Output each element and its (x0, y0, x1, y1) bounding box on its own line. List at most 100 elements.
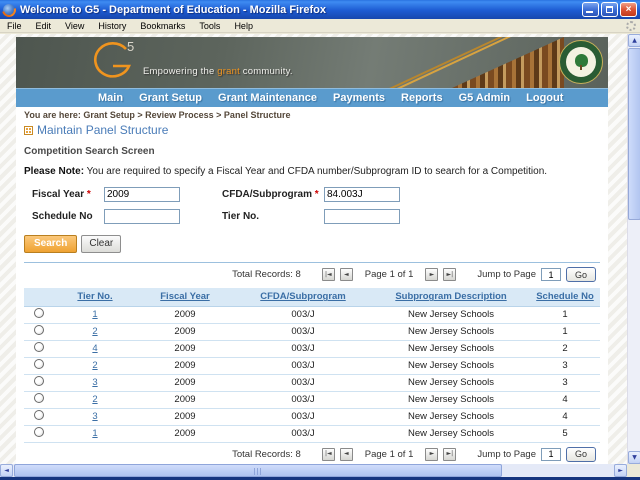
row-select-radio[interactable] (34, 410, 44, 420)
scroll-right-button[interactable]: ► (614, 464, 627, 477)
breadcrumb-path[interactable]: Grant Setup > Review Process > Panel Str… (83, 110, 290, 120)
restore-button[interactable] (601, 2, 618, 17)
pagination-top: Total Records: 8 |◄ ◄ Page 1 of 1 ► ►| J… (24, 263, 600, 286)
horizontal-scrollbar[interactable]: ◄ ► (0, 464, 627, 477)
fiscal-year-cell: 2009 (136, 323, 234, 341)
total-records: Total Records: 8 (232, 269, 301, 280)
pagination-bottom: Total Records: 8 |◄ ◄ Page 1 of 1 ► ►| J… (24, 443, 600, 465)
cfda-cell: 003/J (234, 391, 372, 409)
tier-link[interactable]: 3 (92, 411, 97, 422)
first-page-button[interactable]: |◄ (321, 268, 335, 281)
schedule-no-cell: 5 (530, 425, 600, 443)
tier-link[interactable]: 2 (92, 360, 97, 371)
menu-edit[interactable]: Edit (29, 19, 59, 32)
table-row: 2 2009 003/J New Jersey Schools 4 (24, 391, 600, 409)
schedule-no-cell: 3 (530, 357, 600, 375)
fiscal-year-cell: 2009 (136, 357, 234, 375)
menu-bar: File Edit View History Bookmarks Tools H… (0, 19, 640, 33)
horizontal-scroll-thumb[interactable] (14, 464, 502, 477)
minimize-button[interactable] (582, 2, 599, 17)
tier-link[interactable]: 1 (92, 428, 97, 439)
scroll-up-button[interactable]: ▲ (628, 34, 640, 47)
nav-reports[interactable]: Reports (401, 92, 443, 104)
sort-schedule-no[interactable]: Schedule No (536, 291, 594, 302)
cfda-field[interactable] (324, 187, 400, 202)
row-select-radio[interactable] (34, 359, 44, 369)
fiscal-year-cell: 2009 (136, 374, 234, 392)
total-records: Total Records: 8 (232, 448, 301, 460)
vertical-scrollbar[interactable]: ▲ ▼ (627, 34, 640, 464)
menu-file[interactable]: File (0, 19, 29, 32)
menu-history[interactable]: History (91, 19, 133, 32)
row-select-radio[interactable] (34, 376, 44, 386)
sort-fiscal-year[interactable]: Fiscal Year (160, 291, 209, 302)
go-button[interactable]: Go (566, 267, 596, 282)
clear-button[interactable]: Clear (81, 235, 122, 253)
schedule-no-label: Schedule No (32, 211, 93, 222)
schedule-no-cell: 3 (530, 374, 600, 392)
row-select-radio[interactable] (34, 427, 44, 437)
firefox-icon (3, 3, 15, 16)
previous-page-button[interactable]: ◄ (339, 447, 353, 461)
nav-main[interactable]: Main (98, 92, 123, 104)
radio-column-header (24, 288, 54, 307)
search-form: Fiscal Year * CFDA/Subprogram * Schedule… (32, 187, 600, 224)
first-page-button[interactable]: |◄ (321, 447, 335, 461)
go-button[interactable]: Go (566, 446, 596, 462)
table-row: 3 2009 003/J New Jersey Schools 4 (24, 408, 600, 426)
tagline-grant-word: grant (217, 66, 240, 77)
breadcrumb-prefix: You are here: (24, 110, 81, 120)
title-bar: Welcome to G5 - Department of Education … (0, 0, 640, 19)
throbber-icon (626, 20, 636, 31)
nav-grant-maintenance[interactable]: Grant Maintenance (218, 92, 317, 104)
tier-link[interactable]: 3 (92, 377, 97, 388)
nav-grant-setup[interactable]: Grant Setup (139, 92, 202, 104)
scroll-left-button[interactable]: ◄ (0, 464, 13, 477)
close-icon: × (625, 3, 632, 15)
row-select-radio[interactable] (34, 325, 44, 335)
close-button[interactable]: × (620, 2, 637, 17)
table-row: 2 2009 003/J New Jersey Schools 1 (24, 323, 600, 341)
jump-to-page-label: Jump to Page (477, 269, 536, 280)
table-row: 1 2009 003/J New Jersey Schools 1 (24, 306, 600, 324)
subprogram-description-cell: New Jersey Schools (372, 306, 530, 324)
next-page-button[interactable]: ► (425, 447, 439, 461)
menu-help[interactable]: Help (227, 19, 260, 32)
schedule-no-field[interactable] (104, 209, 180, 224)
sort-subprogram-description[interactable]: Subprogram Description (395, 291, 506, 302)
nav-g5-admin[interactable]: G5 Admin (459, 92, 511, 104)
tier-link[interactable]: 1 (92, 309, 97, 320)
last-page-button[interactable]: ►| (443, 268, 457, 281)
row-select-radio[interactable] (34, 342, 44, 352)
row-select-radio[interactable] (34, 393, 44, 403)
menu-bookmarks[interactable]: Bookmarks (133, 19, 192, 32)
jump-to-page-input[interactable] (541, 268, 561, 281)
nav-payments[interactable]: Payments (333, 92, 385, 104)
row-select-radio[interactable] (34, 308, 44, 318)
tier-link[interactable]: 2 (92, 394, 97, 405)
menu-view[interactable]: View (58, 19, 91, 32)
tier-link[interactable]: 2 (92, 326, 97, 337)
fiscal-year-cell: 2009 (136, 408, 234, 426)
vertical-scroll-thumb[interactable] (628, 48, 640, 220)
cfda-label: CFDA/Subprogram * (222, 189, 319, 200)
results-table: Tier No. Fiscal Year CFDA/Subprogram Sub… (24, 288, 600, 443)
tier-link[interactable]: 4 (92, 343, 97, 354)
menu-tools[interactable]: Tools (192, 19, 227, 32)
fiscal-year-field[interactable] (104, 187, 180, 202)
scroll-down-button[interactable]: ▼ (628, 451, 640, 464)
previous-page-button[interactable]: ◄ (339, 268, 353, 281)
search-button[interactable]: Search (24, 235, 78, 253)
svg-text:5: 5 (127, 39, 134, 54)
schedule-no-cell: 4 (530, 408, 600, 426)
tier-no-field[interactable] (324, 209, 400, 224)
jump-to-page-input[interactable] (541, 447, 561, 461)
table-row: 2 2009 003/J New Jersey Schools 3 (24, 357, 600, 375)
nav-logout[interactable]: Logout (526, 92, 563, 104)
sort-tier-no[interactable]: Tier No. (77, 291, 112, 302)
main-nav: Main Grant Setup Grant Maintenance Payme… (16, 88, 608, 107)
last-page-button[interactable]: ►| (443, 447, 457, 461)
next-page-button[interactable]: ► (425, 268, 439, 281)
banner-tagline: Empowering the grant community. (143, 66, 293, 77)
sort-cfda[interactable]: CFDA/Subprogram (260, 291, 346, 302)
